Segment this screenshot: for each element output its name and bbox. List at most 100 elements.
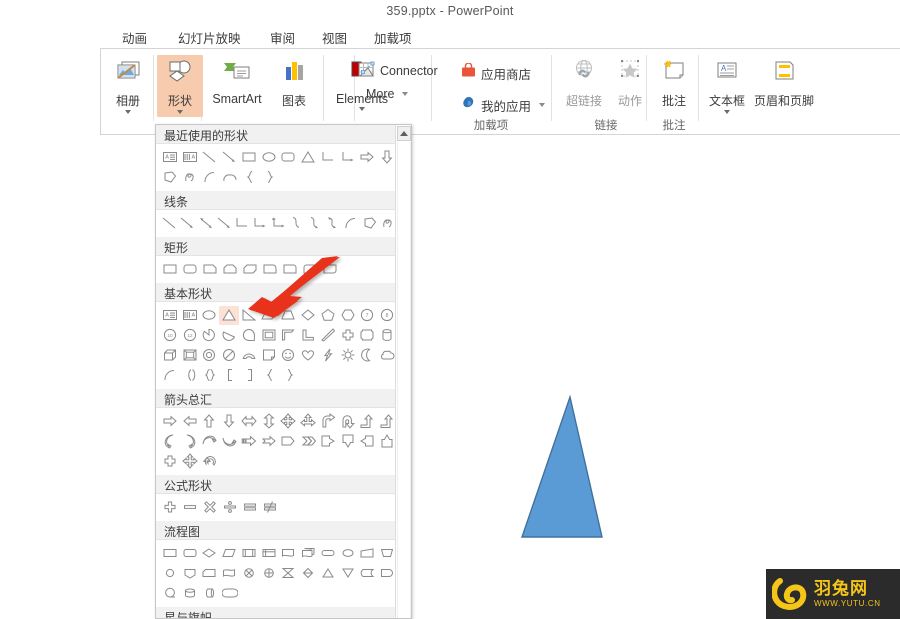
shape-square-bracket-left[interactable] bbox=[220, 366, 240, 385]
ribbon-tab-3[interactable]: 视图 bbox=[322, 28, 347, 47]
shape-flowchart-manual-input[interactable] bbox=[358, 544, 378, 563]
shape-round-single-corner-rectangle[interactable] bbox=[280, 260, 300, 279]
shape-pentagon[interactable] bbox=[318, 306, 338, 325]
shapes-gallery-popup[interactable]: 最近使用的形状 A A 线条 矩形 基本形状 A A 7 8 10 12 箭头总汇 公式形状 流程图 星与旗帜 bbox=[155, 124, 412, 619]
my-apps-button[interactable]: 我的应用 bbox=[461, 95, 546, 115]
shape-arc[interactable] bbox=[342, 214, 360, 233]
shape-vertical-text-box[interactable]: A bbox=[180, 306, 200, 325]
shape-cube[interactable] bbox=[160, 346, 180, 365]
shape-flowchart-collate[interactable] bbox=[279, 564, 299, 583]
shape-curved-up-arrow[interactable] bbox=[200, 432, 220, 451]
shape-cross[interactable] bbox=[338, 326, 358, 345]
shape-snip-single-corner-rectangle[interactable] bbox=[200, 260, 220, 279]
textbox-button[interactable]: A 文本框 bbox=[701, 55, 753, 117]
slide-canvas[interactable] bbox=[412, 136, 900, 619]
shape-flowchart-card[interactable] bbox=[200, 564, 220, 583]
shape-vertical-text-box[interactable]: A bbox=[180, 148, 200, 167]
hyperlink-button[interactable]: 超链接 bbox=[561, 55, 607, 109]
shape-lightning-bolt[interactable] bbox=[318, 346, 338, 365]
shape-elbow-arrow-connector[interactable] bbox=[251, 214, 269, 233]
shape-left-right-arrow[interactable] bbox=[239, 412, 259, 431]
shape-snip-and-round-single-corner-rectangle[interactable] bbox=[260, 260, 280, 279]
shape-isosceles-triangle[interactable] bbox=[298, 148, 318, 167]
shape-oval[interactable] bbox=[259, 148, 279, 167]
chevron-down-icon[interactable] bbox=[402, 92, 409, 96]
shape-right-arrow[interactable] bbox=[358, 148, 378, 167]
shape-chevron-arrow[interactable] bbox=[298, 432, 318, 451]
shape-no-symbol[interactable] bbox=[219, 346, 239, 365]
shape-rounded-rectangle[interactable] bbox=[180, 260, 200, 279]
shape-flowchart-connector[interactable] bbox=[160, 564, 180, 583]
shape-quad-arrow-callout[interactable] bbox=[180, 452, 200, 471]
ribbon-tab-2[interactable]: 审阅 bbox=[270, 28, 295, 47]
shape-parallelogram[interactable] bbox=[259, 306, 279, 325]
shape-flowchart-data[interactable] bbox=[219, 544, 239, 563]
shape-heart[interactable] bbox=[298, 346, 318, 365]
shape-flowchart-decision[interactable] bbox=[200, 544, 220, 563]
shape-flowchart-terminator[interactable] bbox=[318, 544, 338, 563]
shape-rectangle[interactable] bbox=[239, 148, 259, 167]
shape-oval[interactable] bbox=[200, 306, 220, 325]
shape-diamond[interactable] bbox=[298, 306, 318, 325]
chevron-down-icon[interactable] bbox=[539, 103, 546, 107]
shape-flowchart-or[interactable] bbox=[259, 564, 279, 583]
shape-snip-diagonal-corner-rectangle[interactable] bbox=[240, 260, 260, 279]
shape-elbow-arrow-connector[interactable] bbox=[338, 148, 358, 167]
shape-decagon[interactable]: 10 bbox=[160, 326, 180, 345]
shape-minus-sign[interactable] bbox=[180, 498, 200, 517]
shape-striped-right-arrow[interactable] bbox=[239, 432, 259, 451]
blue-triangle-shape[interactable] bbox=[512, 392, 692, 592]
shape-multiply-sign[interactable] bbox=[200, 498, 220, 517]
shape-curved-right-arrow[interactable] bbox=[180, 432, 200, 451]
shape-bent-up-arrow[interactable] bbox=[358, 412, 378, 431]
shape-freeform-shape[interactable] bbox=[361, 214, 379, 233]
ribbon-tab-1[interactable]: 幻灯片放映 bbox=[178, 28, 241, 47]
shape-flowchart-direct-access-storage[interactable] bbox=[200, 584, 220, 603]
shape-frame[interactable] bbox=[259, 326, 279, 345]
shape-text-box[interactable]: A bbox=[160, 148, 180, 167]
shape-diagonal-stripe[interactable] bbox=[318, 326, 338, 345]
shape-flowchart-magnetic-disk[interactable] bbox=[180, 584, 200, 603]
shape-curly-brace-right[interactable] bbox=[280, 366, 300, 385]
chart-button[interactable]: 图表 bbox=[271, 55, 317, 113]
shape-down-arrow[interactable] bbox=[219, 412, 239, 431]
shape-flowchart-offpage-connector[interactable] bbox=[180, 564, 200, 583]
gallery-scrollbar[interactable] bbox=[395, 125, 411, 618]
shape-flowchart-document[interactable] bbox=[279, 544, 299, 563]
shape-rounded-rectangle[interactable] bbox=[279, 148, 299, 167]
shape-line-arrow[interactable] bbox=[178, 214, 196, 233]
shape-line-double-arrow[interactable] bbox=[196, 214, 214, 233]
shape-circular-arrow[interactable] bbox=[200, 452, 220, 471]
shape-smiley-face[interactable] bbox=[279, 346, 299, 365]
shape-flowchart-stored-data[interactable] bbox=[358, 564, 378, 583]
smartart-button[interactable]: SmartArt bbox=[204, 55, 270, 113]
shape-flowchart-predefined-process[interactable] bbox=[239, 544, 259, 563]
shape-round-bracket[interactable] bbox=[180, 366, 200, 385]
shape-pentagon-arrow[interactable] bbox=[279, 432, 299, 451]
photo-album-button[interactable]: 相册 bbox=[105, 55, 151, 117]
shape-block-arc[interactable] bbox=[239, 346, 259, 365]
chevron-down-icon[interactable] bbox=[724, 110, 730, 114]
shape-left-brace[interactable] bbox=[240, 168, 260, 187]
shape-line-arrow[interactable] bbox=[219, 148, 239, 167]
shape-flowchart-process[interactable] bbox=[160, 544, 180, 563]
shape-right-arrow[interactable] bbox=[160, 412, 180, 431]
shape-curved-left-arrow[interactable] bbox=[160, 432, 180, 451]
shape-flowchart-multidocument[interactable] bbox=[298, 544, 318, 563]
header-footer-button[interactable]: 页眉和页脚 bbox=[753, 55, 815, 113]
shape-arc[interactable] bbox=[200, 168, 220, 187]
shape-dodecagon[interactable]: 12 bbox=[180, 326, 200, 345]
shape-notched-right-arrow[interactable] bbox=[259, 432, 279, 451]
shape-bent-arrow[interactable] bbox=[318, 412, 338, 431]
shape-square-bracket-right[interactable] bbox=[240, 366, 260, 385]
shape-flowchart-internal-storage[interactable] bbox=[259, 544, 279, 563]
shape-snip-same-side-corner-rectangle[interactable] bbox=[220, 260, 240, 279]
shape-flowchart-sequential-access-storage[interactable] bbox=[160, 584, 180, 603]
shape-division-sign[interactable] bbox=[220, 498, 240, 517]
shape-three-way-arrow[interactable] bbox=[298, 412, 318, 431]
app-store-button[interactable]: 应用商店 bbox=[461, 62, 531, 83]
shape-flowchart-alternate-process[interactable] bbox=[180, 544, 200, 563]
shape-regular-pentagon-plaque[interactable] bbox=[358, 326, 378, 345]
shape-right-arrow-callout[interactable] bbox=[318, 432, 338, 451]
shape-isosceles-triangle[interactable] bbox=[219, 305, 239, 325]
